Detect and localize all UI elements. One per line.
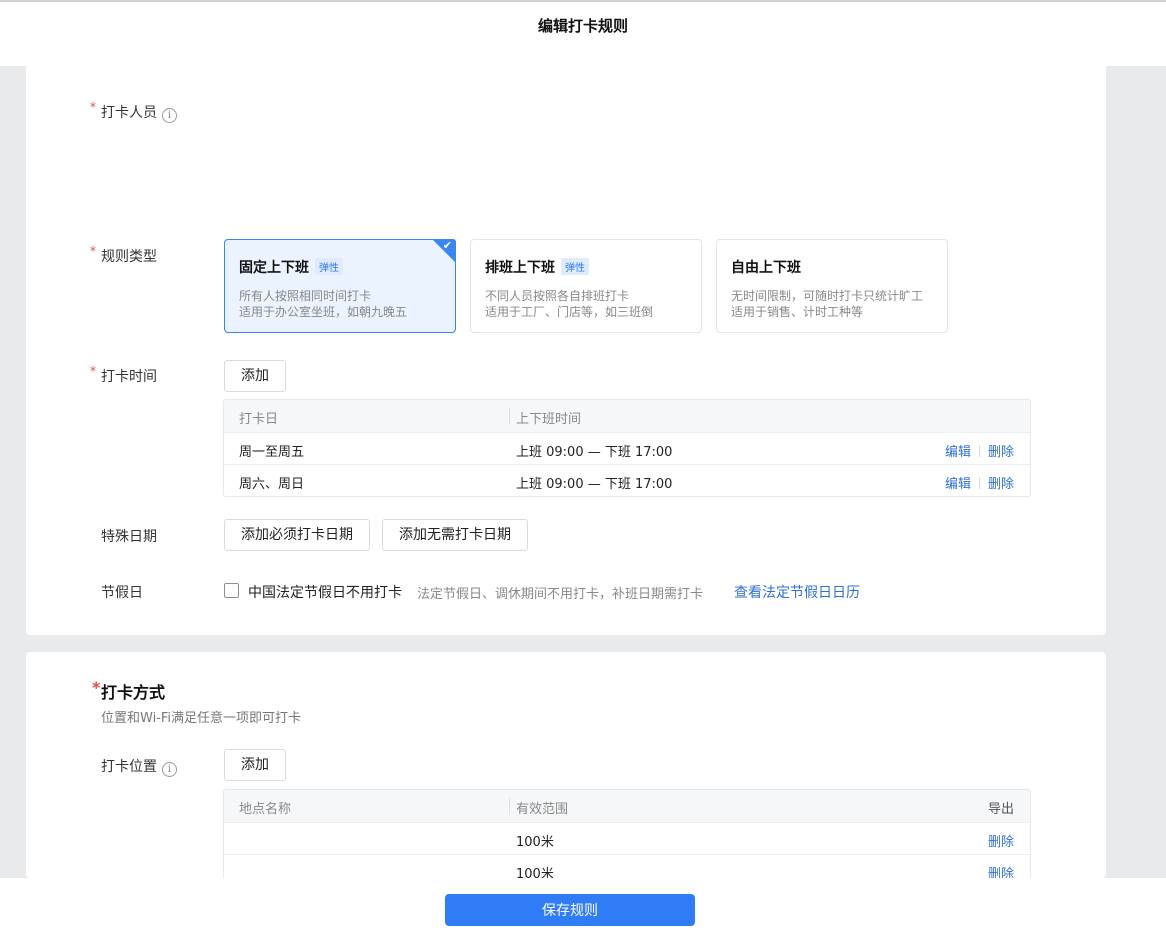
add-required-date-button[interactable]: 添加必须打卡日期 <box>224 519 370 551</box>
method-panel: * 打卡方式 位置和Wi-Fi满足任意一项即可打卡 打卡位置 i 添加 地点名称 有… <box>26 652 1106 878</box>
table-row: 周一至周五 上班 09:00 — 下班 17:00 编辑 删除 <box>224 432 1030 464</box>
delete-link[interactable]: 删除 <box>988 477 1014 492</box>
flex-tag: 弹性 <box>561 258 589 275</box>
holiday-label: 节假日 <box>101 585 143 601</box>
table-header: 地点名称 有效范围 导出 <box>224 790 1030 822</box>
holiday-checkbox-label[interactable]: 中国法定节假日不用打卡 <box>248 582 402 602</box>
delete-link[interactable]: 删除 <box>988 863 1014 878</box>
rule-type-fixed[interactable]: 固定上下班 弹性 所有人按照相同时间打卡 适用于办公室坐班，如朝九晚五 ✔ <box>224 239 456 333</box>
section-subtitle: 位置和Wi-Fi满足任意一项即可打卡 <box>101 711 302 726</box>
edit-link[interactable]: 编辑 <box>945 445 971 460</box>
info-icon[interactable]: i <box>162 108 177 123</box>
section-title: * 打卡方式 <box>92 678 166 702</box>
add-location-button[interactable]: 添加 <box>224 749 286 781</box>
info-icon[interactable]: i <box>162 762 177 777</box>
export-link[interactable]: 导出 <box>988 798 1014 817</box>
check-icon: ✔ <box>442 239 452 252</box>
special-date-label: 特殊日期 <box>101 529 157 545</box>
table-row: 100米 删除 <box>224 854 1030 878</box>
rule-type-shift[interactable]: 排班上下班 弹性 不同人员按照各自排班打卡 适用于工厂、门店等，如三班倒 <box>470 239 702 333</box>
delete-link[interactable]: 删除 <box>988 445 1014 460</box>
table-row: 周六、周日 上班 09:00 — 下班 17:00 编辑 删除 <box>224 464 1030 496</box>
holiday-checkbox[interactable] <box>224 583 239 598</box>
holiday-description: 法定节假日、调休期间不用打卡，补班日期需打卡 <box>417 587 704 602</box>
add-exempt-date-button[interactable]: 添加无需打卡日期 <box>382 519 528 551</box>
scrollbar[interactable] <box>1160 66 1166 878</box>
flex-tag: 弹性 <box>315 258 343 275</box>
edit-link[interactable]: 编辑 <box>945 477 971 492</box>
holiday-calendar-link[interactable]: 查看法定节假日日历 <box>734 582 860 602</box>
delete-link[interactable]: 删除 <box>988 831 1014 850</box>
rule-type-title: 自由上下班 <box>731 260 801 276</box>
table-row: 100米 删除 <box>224 822 1030 854</box>
location-label: 打卡位置 i <box>101 756 177 777</box>
rule-type-title: 排班上下班 <box>485 260 555 276</box>
footer-bar: 保存规则 <box>0 878 1166 934</box>
table-header: 打卡日 上下班时间 <box>224 400 1030 432</box>
add-time-button[interactable]: 添加 <box>224 360 286 392</box>
location-table: 地点名称 有效范围 导出 100米 删除 100米 删除 <box>223 789 1031 878</box>
page-title: 编辑打卡规则 <box>537 17 628 35</box>
rule-type-free[interactable]: 自由上下班 无时间限制，可随时打卡只统计旷工 适用于销售、计时工种等 <box>716 239 948 333</box>
time-label: * 打卡时间 <box>90 364 157 385</box>
rule-type-title: 固定上下班 <box>239 260 309 276</box>
header-bar: 编辑打卡规则 <box>0 0 1166 66</box>
members-label: * 打卡人员 i <box>90 100 177 123</box>
rule-type-label: * 规则类型 <box>90 244 157 265</box>
save-rule-button[interactable]: 保存规则 <box>445 894 695 926</box>
rules-panel: * 打卡人员 i * 规则类型 固定上下班 弹性 所有人按照相同时间打卡 适用于办公室坐班… <box>26 66 1106 635</box>
time-table: 打卡日 上下班时间 周一至周五 上班 09:00 — 下班 17:00 编辑 删除… <box>223 399 1031 497</box>
